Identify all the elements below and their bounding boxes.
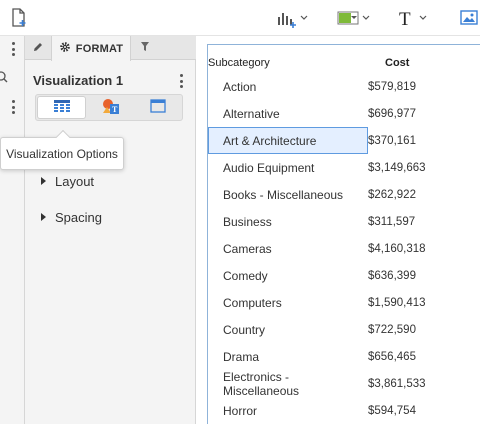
canvas: Subcategory Cost Action $579,819 Alternati…: [197, 36, 480, 424]
cell-cost[interactable]: $594,754: [368, 397, 478, 424]
window-icon: [150, 99, 166, 116]
tab-format[interactable]: FORMAT: [51, 36, 131, 61]
svg-text:T: T: [399, 9, 411, 28]
more-options-icon[interactable]: [8, 42, 18, 56]
window-button[interactable]: [135, 95, 182, 120]
tooltip: Visualization Options: [0, 129, 124, 170]
table-row[interactable]: Computers $1,590,413: [208, 289, 480, 316]
table-row[interactable]: Art & Architecture $370,161: [208, 127, 480, 154]
column-header-cost[interactable]: Cost: [385, 57, 409, 69]
visualization-type-selector: T: [35, 94, 183, 121]
add-chart-icon[interactable]: [276, 7, 310, 29]
cell-subcategory[interactable]: Cameras: [208, 235, 368, 262]
search-icon[interactable]: [0, 68, 10, 86]
cell-cost[interactable]: $656,465: [368, 343, 478, 370]
filter-icon: [140, 41, 150, 55]
text-icon[interactable]: T: [396, 7, 432, 29]
cell-cost[interactable]: $3,149,663: [368, 154, 478, 181]
cell-subcategory[interactable]: Books - Miscellaneous: [208, 181, 368, 208]
section-spacing[interactable]: Spacing: [41, 208, 102, 226]
visualization-title: Visualization 1: [33, 73, 124, 88]
pencil-icon: [32, 41, 44, 56]
cell-cost[interactable]: $311,597: [368, 208, 478, 235]
cell-cost[interactable]: $370,161: [368, 127, 478, 154]
cell-cost[interactable]: $696,977: [368, 100, 478, 127]
shapes-icon: T: [101, 97, 121, 118]
section-layout[interactable]: Layout: [41, 172, 94, 190]
cell-subcategory[interactable]: Business: [208, 208, 368, 235]
table-row[interactable]: Business $311,597: [208, 208, 480, 235]
tab-edit[interactable]: [25, 36, 51, 60]
svg-text:T: T: [112, 105, 118, 114]
section-spacing-label: Spacing: [55, 209, 102, 225]
table-row[interactable]: Audio Equipment $3,149,663: [208, 154, 480, 181]
section-layout-label: Layout: [55, 173, 95, 189]
table-row[interactable]: Electronics - Miscellaneous $3,861,533: [208, 370, 480, 398]
panel-tabs: FORMAT: [25, 36, 196, 61]
shapes-button[interactable]: T: [87, 95, 134, 120]
color-fill-icon[interactable]: [336, 7, 372, 29]
table-row[interactable]: Action $579,819: [208, 73, 480, 100]
cell-cost[interactable]: $4,160,318: [368, 235, 478, 262]
image-icon[interactable]: [458, 7, 480, 29]
table-row[interactable]: Alternative $696,977: [208, 100, 480, 127]
expand-icon: [41, 177, 46, 185]
left-rail: [0, 36, 25, 424]
cell-subcategory[interactable]: Electronics - Miscellaneous: [208, 370, 368, 398]
table-row[interactable]: Drama $656,465: [208, 343, 480, 370]
cell-cost[interactable]: $636,399: [368, 262, 478, 289]
cell-subcategory[interactable]: Horror: [208, 397, 368, 424]
tooltip-text: Visualization Options: [6, 146, 118, 161]
cell-subcategory[interactable]: Art & Architecture: [208, 127, 368, 154]
format-panel: FORMAT Visualization 1 T Layout Spacing: [25, 36, 196, 424]
table-row[interactable]: Country $722,590: [208, 316, 480, 343]
cell-subcategory[interactable]: Action: [208, 73, 368, 100]
column-header-subcategory[interactable]: Subcategory: [208, 57, 270, 69]
table-visualization[interactable]: Subcategory Cost Action $579,819 Alternati…: [207, 44, 480, 424]
grid-view-button[interactable]: [38, 97, 86, 118]
table-row[interactable]: Cameras $4,160,318: [208, 235, 480, 262]
cell-cost[interactable]: $3,861,533: [368, 370, 478, 397]
table-row[interactable]: Books - Miscellaneous $262,922: [208, 181, 480, 208]
cell-subcategory[interactable]: Computers: [208, 289, 368, 316]
more-options-icon[interactable]: [178, 74, 184, 88]
gear-icon: [59, 41, 71, 56]
more-options-icon[interactable]: [8, 100, 18, 114]
tab-format-label: FORMAT: [75, 42, 124, 55]
cell-subcategory[interactable]: Alternative: [208, 100, 368, 127]
cell-cost[interactable]: $722,590: [368, 316, 478, 343]
cell-cost[interactable]: $1,590,413: [368, 289, 478, 316]
cell-cost[interactable]: $579,819: [368, 73, 478, 100]
tab-filter[interactable]: [131, 36, 159, 60]
table-row[interactable]: Comedy $636,399: [208, 262, 480, 289]
cell-subcategory[interactable]: Audio Equipment: [208, 154, 368, 181]
cell-cost[interactable]: $262,922: [368, 181, 478, 208]
add-page-icon[interactable]: [8, 7, 30, 29]
expand-icon: [41, 213, 46, 221]
cell-subcategory[interactable]: Drama: [208, 343, 368, 370]
table-row[interactable]: Horror $594,754: [208, 397, 480, 424]
grid-view-icon: [53, 99, 70, 116]
cell-subcategory[interactable]: Country: [208, 316, 368, 343]
cell-subcategory[interactable]: Comedy: [208, 262, 368, 289]
top-toolbar: T: [0, 0, 480, 36]
